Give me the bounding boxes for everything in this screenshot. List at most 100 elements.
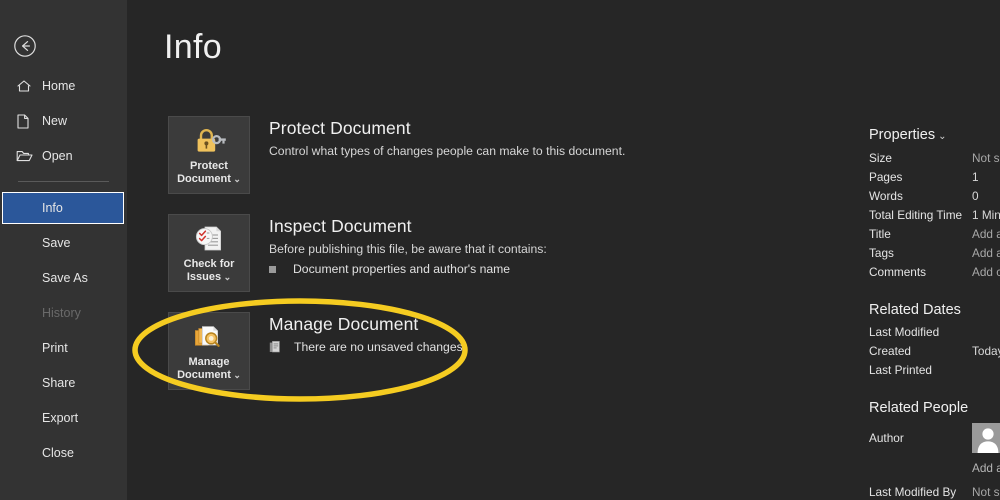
chevron-down-icon: ⌄: [230, 370, 241, 380]
property-row-size: Size Not saved yet: [869, 151, 1000, 170]
inspect-document-bullet: Document properties and author's name: [269, 262, 547, 276]
chevron-down-icon: ⌄: [230, 174, 241, 184]
check-for-issues-button[interactable]: Check for Issues ⌄: [168, 214, 250, 292]
property-key: Last Printed: [869, 363, 932, 377]
sidebar-item-home[interactable]: Home: [0, 70, 127, 102]
page-icon: [16, 113, 34, 129]
protect-document-desc: Control what types of changes people can…: [269, 144, 626, 158]
square-bullet-icon: [269, 265, 276, 273]
manage-document-button[interactable]: Manage Document ⌄: [168, 312, 250, 390]
properties-heading-label: Properties: [869, 127, 936, 143]
property-row-comments: Comments Add comments: [869, 265, 1000, 284]
sidebar-item-save-as[interactable]: Save As: [0, 262, 127, 294]
backstage-sidebar: Home New Open Info Save Save As History …: [0, 0, 127, 500]
sidebar-item-label: Open: [42, 149, 73, 163]
manage-document-status: There are no unsaved changes.: [269, 340, 466, 354]
sidebar-item-label: Save As: [42, 271, 88, 285]
backstage-main: Info Protect Document ⌄ Protect Document…: [127, 0, 1000, 500]
sidebar-item-label: Info: [42, 201, 63, 215]
back-arrow-circle-icon[interactable]: [13, 34, 37, 58]
protect-document-button-line2: Document ⌄: [177, 173, 241, 185]
related-dates-heading: Related Dates: [869, 302, 961, 318]
manage-document-title: Manage Document: [269, 314, 419, 334]
author-row: Author Fantech Comp-1: [869, 423, 1000, 457]
info-sections: Protect Document ⌄ Protect Document Cont…: [168, 116, 738, 410]
sidebar-item-label: Close: [42, 446, 74, 460]
lock-and-key-icon: [192, 124, 226, 158]
person-avatar-icon: [972, 423, 1000, 453]
property-value[interactable]: Add a tag: [972, 246, 1000, 260]
related-date-row-last-modified: Last Modified: [869, 325, 1000, 344]
property-value: 1 Minute: [972, 208, 1000, 222]
panel-spacer: [869, 475, 1000, 485]
sidebar-item-share[interactable]: Share: [0, 367, 127, 399]
folder-icon: [16, 148, 34, 164]
properties-heading[interactable]: Properties ⌄: [869, 127, 946, 143]
chevron-down-icon: ⌄: [938, 131, 947, 142]
sidebar-item-close[interactable]: Close: [0, 437, 127, 469]
manage-document-body: Manage Document There are no unsaved cha…: [269, 312, 466, 390]
property-key: Pages: [869, 170, 903, 184]
property-value: 1: [972, 170, 979, 184]
manage-document-status-label: There are no unsaved changes.: [294, 340, 467, 354]
property-value[interactable]: Add comments: [972, 265, 1000, 279]
sidebar-item-label: New: [42, 114, 68, 128]
home-icon: [16, 78, 34, 94]
sidebar-item-open[interactable]: Open: [0, 140, 127, 172]
sidebar-item-label: Save: [42, 236, 71, 250]
manage-document-button-line1: Manage: [188, 356, 230, 368]
property-row-words: Words 0: [869, 189, 1000, 208]
sidebar-item-new[interactable]: New: [0, 105, 127, 137]
check-for-issues-button-line2: Issues ⌄: [186, 271, 232, 283]
property-key: Created: [869, 344, 911, 358]
property-key: Title: [869, 227, 891, 241]
sidebar-item-history: History: [0, 297, 127, 329]
protect-document-button[interactable]: Protect Document ⌄: [168, 116, 250, 194]
property-key: Last Modified: [869, 325, 940, 339]
property-value: 0: [972, 189, 979, 203]
property-key: Last Modified By: [869, 485, 957, 499]
inspect-document-section: Check for Issues ⌄ Inspect Document Befo…: [168, 214, 738, 292]
last-modified-by-row: Last Modified By Not saved yet: [869, 485, 1000, 500]
sidebar-item-label: Export: [42, 411, 79, 425]
property-key: Total Editing Time: [869, 208, 963, 222]
property-row-title: Title Add a title: [869, 227, 1000, 246]
property-value[interactable]: Add a title: [972, 227, 1000, 241]
inspect-document-title: Inspect Document: [269, 216, 412, 236]
related-date-row-created: Created Today, 9:31: [869, 344, 1000, 363]
chevron-down-icon: ⌄: [221, 272, 232, 282]
inspect-document-desc: Before publishing this file, be aware th…: [269, 242, 547, 256]
sidebar-item-info[interactable]: Info: [2, 192, 124, 224]
property-row-tags: Tags Add a tag: [869, 246, 1000, 265]
add-author-link[interactable]: Add an author: [972, 461, 1000, 475]
manage-document-button-line2: Document ⌄: [177, 369, 241, 381]
protect-document-section: Protect Document ⌄ Protect Document Cont…: [168, 116, 738, 194]
page-title: Info: [164, 28, 222, 66]
inspect-document-bullet-label: Document properties and author's name: [293, 262, 511, 276]
property-key: Words: [869, 189, 903, 203]
sidebar-nav-list: Home New Open Info Save Save As History …: [0, 70, 127, 472]
document-versions-icon: [269, 340, 283, 354]
protect-document-button-line1: Protect: [190, 160, 228, 172]
sidebar-item-label: Print: [42, 341, 68, 355]
panel-spacer: [869, 382, 1000, 400]
panel-spacer: [869, 284, 1000, 302]
sidebar-item-label: Share: [42, 376, 76, 390]
related-people-heading: Related People: [869, 400, 969, 416]
sidebar-item-export[interactable]: Export: [0, 402, 127, 434]
sidebar-item-print[interactable]: Print: [0, 332, 127, 364]
property-row-pages: Pages 1: [869, 170, 1000, 189]
sidebar-item-save[interactable]: Save: [0, 227, 127, 259]
properties-panel: Properties⌄ Size Not saved yet Pages 1 W…: [869, 126, 1000, 500]
check-for-issues-button-line1: Check for: [183, 258, 235, 270]
property-value: Not saved yet: [972, 485, 1000, 499]
property-value[interactable]: Not saved yet: [972, 151, 1000, 165]
protect-document-body: Protect Document Control what types of c…: [269, 116, 625, 194]
document-inspect-icon: [193, 222, 225, 256]
manage-document-section: Manage Document ⌄ Manage Document There …: [168, 312, 738, 390]
manage-versions-icon: [192, 320, 226, 354]
sidebar-item-label: Home: [42, 79, 76, 93]
property-key: Size: [869, 151, 892, 165]
property-key: Tags: [869, 246, 894, 260]
word-backstage-info-screen: Document1 - Word Home: [0, 0, 1000, 500]
